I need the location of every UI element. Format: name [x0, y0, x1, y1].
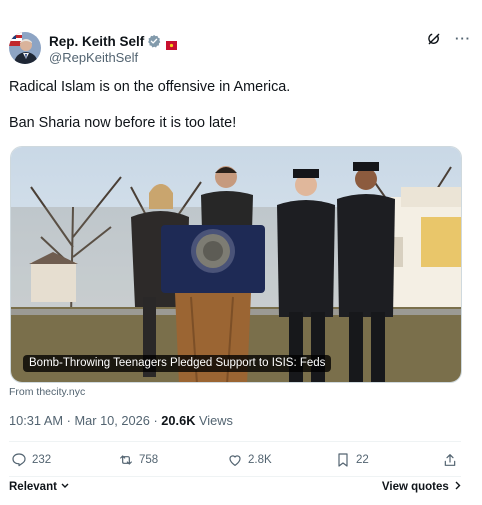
action-bar: 232 758 2.8K 22 [9, 452, 461, 472]
replies-toolbar: Relevant View quotes [9, 481, 461, 497]
reply-icon [12, 453, 26, 467]
chevron-down-icon [61, 483, 69, 488]
avatar[interactable] [9, 32, 41, 64]
divider [9, 441, 461, 442]
views-count: 20.6K [161, 413, 196, 428]
media-source[interactable]: From thecity.nyc [9, 386, 85, 398]
divider-bottom [9, 476, 461, 477]
like-button[interactable]: 2.8K [227, 452, 272, 468]
share-icon [444, 454, 456, 466]
view-quotes-label: View quotes [381, 481, 449, 493]
media-caption: Bomb-Throwing Teenagers Pledged Support … [23, 355, 332, 372]
repost-icon [120, 455, 132, 465]
view-quotes-link[interactable]: View quotes [382, 481, 461, 493]
reply-button[interactable]: 232 [11, 452, 51, 468]
repost-count: 758 [139, 454, 159, 466]
meta-separator-2: · [153, 413, 158, 428]
verified-badge-icon[interactable] [147, 34, 161, 48]
post-line-2: Ban Sharia now before it is too late! [9, 115, 237, 131]
bookmark-button[interactable]: 22 [335, 452, 369, 468]
post-media-image[interactable]: Bomb-Throwing Teenagers Pledged Support … [10, 146, 462, 383]
author-display-name[interactable]: Rep. Keith Self [49, 34, 144, 49]
views-label: Views [195, 413, 233, 428]
post-line-1: Radical Islam is on the offensive in Ame… [9, 79, 291, 95]
post-meta: 10:31 AM · Mar 10, 2026 · 20.6K Views [9, 413, 233, 428]
author-handle[interactable]: @RepKeithSelf [49, 50, 177, 65]
post-date[interactable]: Mar 10, 2026 [74, 413, 149, 428]
bookmark-count: 22 [356, 454, 369, 466]
like-count: 2.8K [248, 454, 272, 466]
post-text: Radical Islam is on the offensive in Ame… [9, 78, 469, 150]
repost-button[interactable]: 758 [118, 452, 158, 468]
post-header: Rep. Keith Self @RepKeithSelf ··· [9, 32, 471, 68]
grok-icon[interactable] [427, 32, 441, 46]
share-button[interactable] [442, 452, 458, 468]
chevron-right-icon [455, 481, 461, 490]
heart-icon [229, 455, 241, 466]
flag-icon [166, 37, 178, 50]
sort-dropdown[interactable]: Relevant [9, 481, 69, 493]
more-options-icon[interactable]: ··· [455, 32, 471, 46]
meta-separator: · [66, 413, 71, 428]
sort-label: Relevant [9, 481, 57, 493]
bookmark-icon [338, 453, 348, 467]
reply-count: 232 [32, 454, 52, 466]
post-time[interactable]: 10:31 AM [9, 413, 63, 428]
